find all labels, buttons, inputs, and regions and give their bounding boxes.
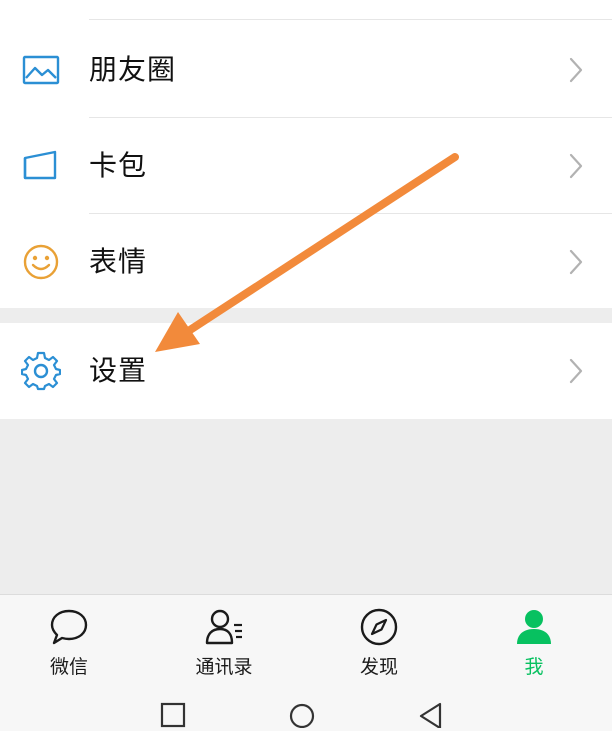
tab-me[interactable]: 我 [474,595,594,687]
menu-item-cards[interactable]: 卡包 [0,118,612,214]
chevron-right-icon [569,358,583,384]
circle-home-icon[interactable] [285,694,319,728]
chat-bubble-icon [50,609,88,645]
tab-label: 通讯录 [195,656,253,678]
triangle-back-icon[interactable] [413,694,447,728]
contacts-icon [205,609,242,645]
tab-label: 发现 [359,656,398,678]
tab-chats[interactable]: 微信 [9,595,129,687]
divider [89,19,612,20]
card-wallet-icon [23,150,57,180]
menu-item-settings[interactable]: 设置 [0,323,612,419]
menu-item-label: 卡包 [89,149,148,182]
compass-icon [360,608,398,646]
moments-image-icon [22,55,60,85]
menu-item-label: 设置 [89,354,148,387]
me-page-screen: 朋友圈 卡包 表情 设置 微信 通讯录 发现 我 [0,0,612,731]
chevron-right-icon [569,57,583,83]
square-recents-icon[interactable] [156,694,190,728]
chevron-right-icon [569,249,583,275]
system-nav-bar [0,686,612,731]
menu-item-moments[interactable]: 朋友圈 [0,22,612,118]
gear-icon [21,351,61,391]
bottom-tab-bar: 微信 通讯录 发现 我 [0,594,612,687]
menu-item-label: 朋友圈 [89,53,177,86]
tab-label: 我 [524,656,544,678]
person-icon [517,610,551,644]
tab-contacts[interactable]: 通讯录 [164,595,284,687]
menu-group-top: 朋友圈 卡包 表情 [0,0,612,308]
chevron-right-icon [569,153,583,179]
smiley-face-icon [23,244,59,280]
menu-group-settings: 设置 [0,323,612,419]
tab-discover[interactable]: 发现 [319,595,439,687]
menu-item-stickers[interactable]: 表情 [0,214,612,310]
menu-item-label: 表情 [89,245,148,278]
tab-label: 微信 [49,656,88,678]
